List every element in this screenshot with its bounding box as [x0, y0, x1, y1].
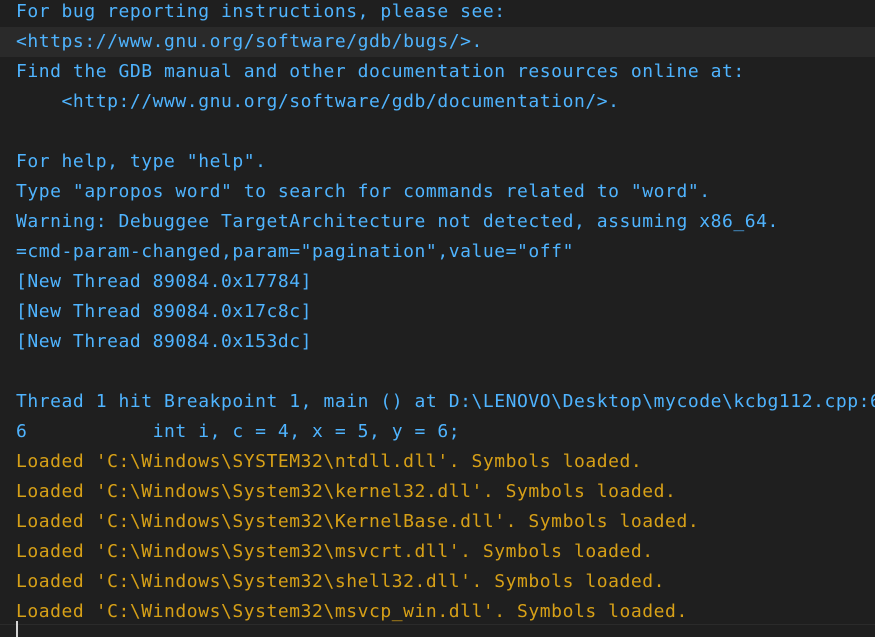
thread-line: [New Thread 89084.0x17784] — [16, 271, 313, 292]
console-line: Find the GDB manual and other documentat… — [16, 61, 745, 82]
bugs-link-line[interactable]: <https://www.gnu.org/software/gdb/bugs/>… — [16, 27, 483, 57]
debug-console-output[interactable]: For bug reporting instructions, please s… — [0, 0, 875, 637]
console-line: For help, type "help". — [16, 151, 267, 172]
module-loaded-line: Loaded 'C:\Windows\System32\shell32.dll'… — [16, 571, 666, 592]
warning-line: Warning: Debuggee TargetArchitecture not… — [16, 211, 779, 232]
thread-line: [New Thread 89084.0x17c8c] — [16, 301, 313, 322]
module-loaded-line: Loaded 'C:\Windows\System32\kernel32.dll… — [16, 481, 677, 502]
console-line: Type "apropos word" to search for comman… — [16, 181, 711, 202]
module-loaded-line: Loaded 'C:\Windows\SYSTEM32\ntdll.dll'. … — [16, 451, 643, 472]
console-line: For bug reporting instructions, please s… — [16, 1, 506, 22]
module-loaded-line: Loaded 'C:\Windows\System32\msvcp_win.dl… — [16, 601, 688, 622]
module-loaded-line: Loaded 'C:\Windows\System32\msvcrt.dll'.… — [16, 541, 654, 562]
input-divider — [0, 624, 875, 625]
thread-line: [New Thread 89084.0x153dc] — [16, 331, 313, 352]
console-line: =cmd-param-changed,param="pagination",va… — [16, 241, 574, 262]
module-loaded-line: Loaded 'C:\Windows\System32\KernelBase.d… — [16, 511, 700, 532]
documentation-link-line[interactable]: <http://www.gnu.org/software/gdb/documen… — [16, 87, 620, 117]
breakpoint-hit-line: Thread 1 hit Breakpoint 1, main () at D:… — [16, 391, 875, 412]
source-line: 6 int i, c = 4, x = 5, y = 6; — [16, 421, 461, 442]
input-cursor[interactable] — [16, 621, 18, 637]
